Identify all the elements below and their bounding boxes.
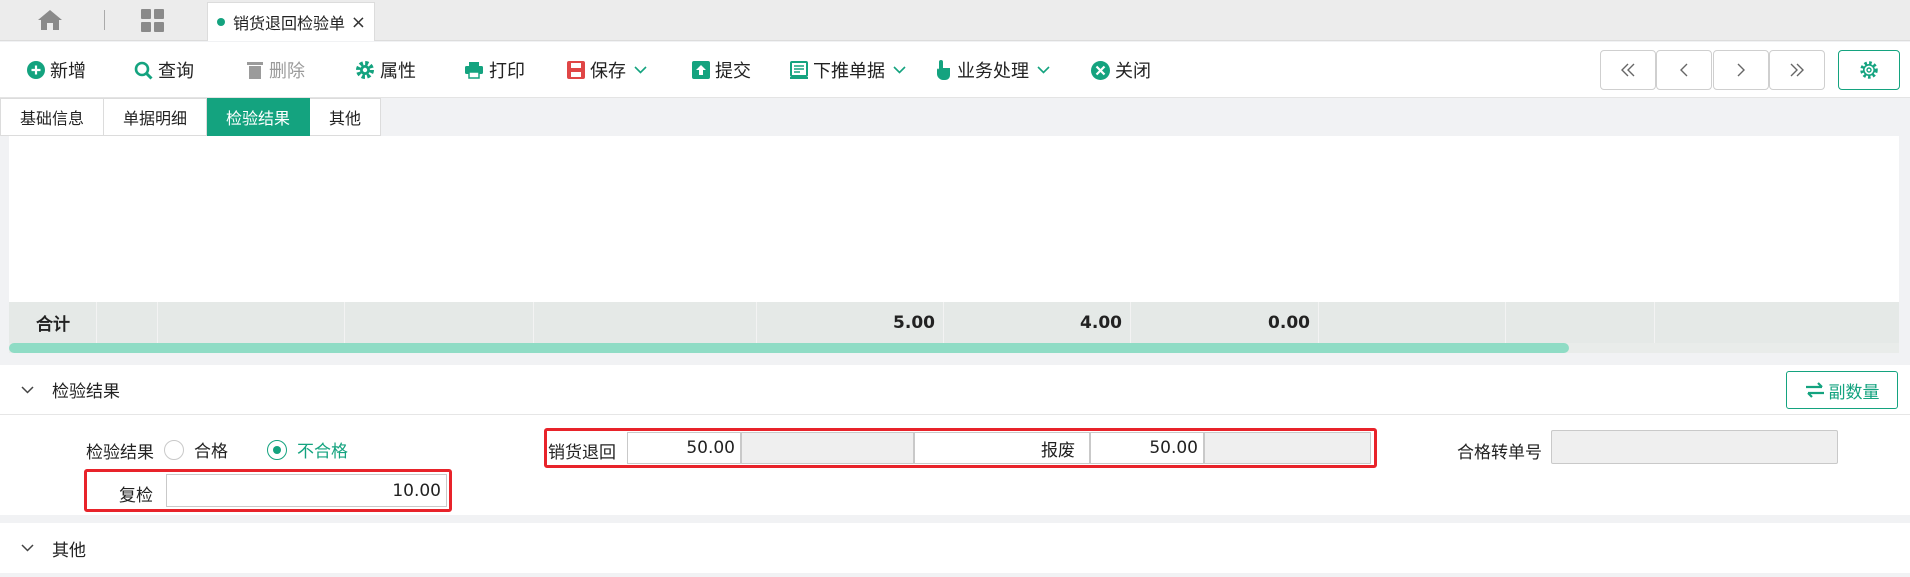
pass-radio[interactable]: 合格	[164, 437, 228, 462]
search-icon	[134, 61, 153, 80]
push-down-button[interactable]: 下推单据	[790, 56, 911, 84]
inspection-result-section: 检验结果 副数量 检验结果 合格 不合格 销货退回 50.00 报废 50.00…	[0, 365, 1910, 515]
total-value: 0.00	[1131, 302, 1319, 343]
hand-pointer-icon	[937, 60, 950, 80]
chevron-down-icon[interactable]	[634, 66, 647, 74]
scrap-aux-input	[1204, 432, 1371, 464]
total-cell	[158, 302, 345, 343]
scrollbar-thumb[interactable]	[9, 343, 1569, 353]
app-grid-icon[interactable]	[141, 9, 165, 33]
print-label: 打印	[489, 61, 525, 82]
chevron-right-icon	[1737, 63, 1745, 77]
fail-radio-label: 不合格	[297, 442, 348, 462]
section-title: 其他	[52, 540, 86, 561]
floppy-disk-icon	[567, 61, 585, 79]
scrap-label: 报废	[1041, 440, 1075, 461]
submit-label: 提交	[715, 61, 751, 82]
recheck-input[interactable]: 10.00	[166, 474, 447, 507]
tab-document-details[interactable]: 单据明细	[104, 98, 208, 136]
total-label: 合计	[9, 302, 97, 343]
first-record-button[interactable]	[1600, 50, 1656, 90]
section-header[interactable]: 检验结果	[0, 365, 1910, 415]
save-button[interactable]: 保存	[567, 56, 652, 84]
home-icon[interactable]	[37, 9, 63, 31]
divider	[104, 10, 105, 30]
printer-icon	[465, 62, 483, 79]
settings-button[interactable]	[1838, 50, 1900, 90]
print-button[interactable]: 打印	[464, 56, 525, 84]
scrap-label-cell: 报废	[914, 432, 1090, 464]
total-cell	[1319, 302, 1506, 343]
pass-radio-label: 合格	[194, 442, 228, 462]
submit-button[interactable]: 提交	[692, 56, 751, 84]
delete-button[interactable]: 删除	[246, 56, 305, 84]
query-label: 查询	[158, 61, 194, 82]
plus-circle-icon	[27, 61, 45, 79]
active-dot-icon	[217, 18, 225, 26]
total-cell	[1506, 302, 1655, 343]
total-value: 5.00	[757, 302, 944, 343]
properties-label: 属性	[380, 61, 416, 82]
total-cell	[534, 302, 757, 343]
sales-return-input[interactable]: 50.00	[627, 432, 741, 464]
recheck-label: 复检	[119, 486, 153, 506]
chevron-left-icon	[1680, 63, 1688, 77]
new-button[interactable]: 新增	[27, 56, 86, 84]
aux-quantity-button[interactable]: 副数量	[1786, 371, 1898, 409]
chevron-down-icon[interactable]	[1037, 66, 1050, 74]
trash-icon	[247, 62, 263, 79]
result-label: 检验结果	[86, 443, 154, 463]
top-tab-bar: 销货退回检验单 ×	[0, 0, 1910, 41]
properties-button[interactable]: 属性	[355, 56, 416, 84]
fail-radio[interactable]: 不合格	[267, 437, 348, 462]
total-cell	[1655, 302, 1811, 343]
previous-record-button[interactable]	[1656, 50, 1712, 90]
upload-icon	[692, 61, 710, 79]
swap-arrows-icon	[1805, 382, 1824, 398]
sub-tabs: 基础信息 单据明细 检验结果 其他	[0, 98, 382, 136]
toolbar: 新增 查询 删除 属性 打印 保存 提交 下推单据 业务处理 关闭	[0, 42, 1910, 98]
pass-transfer-input[interactable]	[1551, 430, 1838, 464]
radio-circle	[164, 439, 184, 460]
pass-transfer-label: 合格转单号	[1457, 443, 1542, 463]
business-label: 业务处理	[957, 61, 1029, 82]
tab-basic-info[interactable]: 基础信息	[0, 98, 105, 136]
document-tab-label: 销货退回检验单	[233, 14, 346, 33]
horizontal-scrollbar[interactable]	[9, 343, 1899, 353]
new-label: 新增	[50, 61, 86, 82]
gear-icon	[1860, 61, 1878, 79]
chevron-down-icon[interactable]	[893, 66, 906, 74]
grid-total-row: 合计 5.00 4.00 0.00	[9, 302, 1899, 343]
query-button[interactable]: 查询	[134, 56, 194, 84]
section-title: 检验结果	[52, 382, 120, 402]
total-cell	[345, 302, 534, 343]
sales-return-aux-input	[741, 432, 914, 464]
business-button[interactable]: 业务处理	[936, 56, 1055, 84]
scrap-input[interactable]: 50.00	[1090, 432, 1204, 464]
radio-circle	[267, 439, 287, 460]
chevron-down-icon[interactable]	[21, 385, 34, 394]
save-label: 保存	[590, 61, 626, 82]
document-tab[interactable]: 销货退回检验单 ×	[207, 2, 375, 41]
next-record-button[interactable]	[1713, 50, 1769, 90]
sales-return-label: 销货退回	[548, 443, 616, 463]
aux-quantity-label: 副数量	[1828, 382, 1880, 403]
other-section: 其他	[0, 523, 1910, 573]
push-down-label: 下推单据	[813, 61, 885, 82]
total-value: 4.00	[944, 302, 1131, 343]
gear-icon	[356, 61, 374, 79]
close-tab-icon[interactable]: ×	[351, 12, 366, 33]
close-circle-icon	[1091, 60, 1110, 80]
section-header[interactable]: 其他	[0, 523, 1910, 573]
chevron-down-icon[interactable]	[21, 544, 34, 552]
close-label: 关闭	[1115, 61, 1151, 82]
tab-inspection-result[interactable]: 检验结果	[207, 98, 311, 136]
double-chevron-left-icon	[1621, 63, 1635, 77]
last-record-button[interactable]	[1769, 50, 1825, 90]
delete-label: 删除	[269, 61, 305, 82]
double-chevron-right-icon	[1790, 63, 1804, 77]
tab-other[interactable]: 其他	[310, 98, 382, 136]
close-button[interactable]: 关闭	[1091, 56, 1151, 84]
document-list-icon	[790, 61, 808, 79]
